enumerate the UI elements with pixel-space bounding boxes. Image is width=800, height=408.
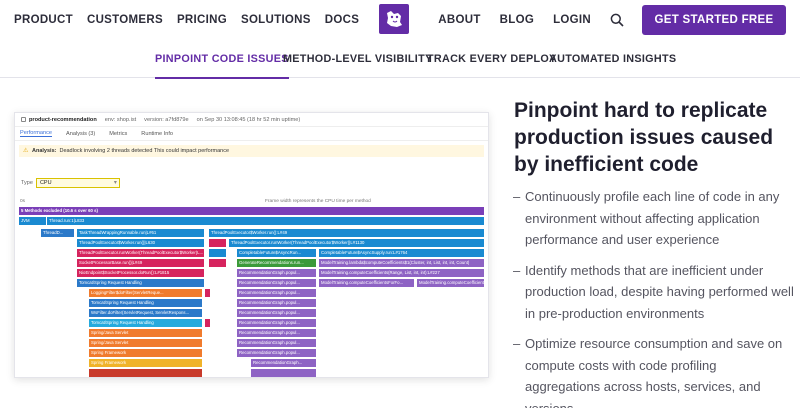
flame-frame[interactable]: ModelTraining.computeCoefficients(Range,…	[319, 269, 485, 277]
profile-tab-runtime-info[interactable]: Runtime Info	[141, 131, 173, 137]
tab-method-level-visibility[interactable]: METHOD-LEVEL VISIBILITY	[283, 40, 432, 78]
flame-frame[interactable]: JVM	[19, 217, 47, 225]
flame-frame[interactable]: Thread.run:1|L833	[47, 217, 485, 225]
tab-track-every-deploy[interactable]: TRACK EVERY DEPLOY	[427, 40, 557, 78]
nav-right: ABOUT BLOG LOGIN GET STARTED FREE	[438, 0, 800, 40]
type-select[interactable]: CPU	[35, 178, 120, 188]
version-label: version: a7fd879e	[144, 116, 189, 123]
flame-frame[interactable]: Spring/Java Servlet	[89, 329, 203, 337]
flame-frame[interactable]	[205, 289, 211, 297]
feature-bullets: Continuously profile each line of code i…	[513, 186, 795, 408]
profile-tabs: Performance Analysis (3) Metrics Runtime…	[15, 127, 488, 141]
flame-graph: 5 Methods excluded (10.6 s over 60 s) JV…	[19, 207, 485, 377]
nav-login[interactable]: LOGIN	[553, 14, 591, 26]
nav-blog[interactable]: BLOG	[500, 14, 534, 26]
nav-customers[interactable]: CUSTOMERS	[87, 14, 163, 26]
analysis-text: Deadlock involving 2 threads detected Th…	[59, 148, 230, 154]
feature-tabs: PINPOINT CODE ISSUES METHOD-LEVEL VISIBI…	[0, 40, 800, 79]
flame-frame[interactable]: RecommendationGraph.popul...	[237, 279, 317, 287]
flame-frame[interactable]: WsFilter.doFilter(ServletRequest, Servle…	[89, 309, 203, 317]
nav-solutions[interactable]: SOLUTIONS	[241, 14, 311, 26]
section-headline: Pinpoint hard to replicate production is…	[514, 99, 774, 176]
flame-frame[interactable]: RecommendationGraph.popul...	[237, 319, 317, 327]
flame-frame[interactable]	[89, 369, 203, 377]
flame-frame[interactable]	[209, 239, 227, 247]
flame-frame[interactable]: GenerateRecommendations.run...	[237, 259, 317, 267]
profile-tab-performance[interactable]: Performance	[20, 130, 53, 137]
flame-frame[interactable]: ThreadPoolExecutor.runWorker(ThreadPoolE…	[77, 249, 205, 257]
top-nav: PRODUCT CUSTOMERS PRICING SOLUTIONS DOCS…	[0, 0, 800, 40]
profiler-screenshot: product-recommendation env: shop.ist ver…	[14, 112, 489, 378]
flame-frame[interactable]: RecommendationGraph.popul...	[237, 339, 317, 347]
bullet-item: Optimize resource consumption and save o…	[513, 333, 795, 408]
flame-frame[interactable]: CompletableFuture$AsyncSupply.run:L#1764	[319, 249, 485, 257]
analysis-label: Analysis:	[32, 148, 57, 154]
nav-about[interactable]: ABOUT	[438, 14, 480, 26]
tab-pinpoint-code-issues[interactable]: PINPOINT CODE ISSUES	[155, 40, 289, 79]
get-started-button[interactable]: GET STARTED FREE	[642, 5, 786, 35]
flame-frame[interactable]	[209, 249, 227, 257]
profile-tab-metrics[interactable]: Metrics	[109, 131, 127, 137]
flame-frame[interactable]: Tomcat/Spring Request Handling	[89, 299, 203, 307]
flame-frame[interactable]	[251, 369, 317, 377]
flame-frame[interactable]: Tomcat/Spring Request Handling	[77, 279, 205, 287]
profile-tab-analysis[interactable]: Analysis (3)	[66, 131, 95, 137]
flame-frame[interactable]: RecommendationGraph.popul...	[237, 349, 317, 357]
flame-frame[interactable]	[205, 319, 211, 327]
flame-frame[interactable]	[209, 259, 227, 267]
time-label: on Sep 30 13:08:45 (18 hr 52 min uptime)	[196, 116, 301, 123]
nav-pricing[interactable]: PRICING	[177, 14, 227, 26]
frame-note: Frame width represents the CPU time per …	[265, 199, 371, 204]
service-label: product-recommendation	[29, 116, 97, 123]
env-label: env: shop.ist	[104, 116, 137, 123]
tab-automated-insights[interactable]: AUTOMATED INSIGHTS	[549, 40, 676, 78]
flame-frame[interactable]: Tomcat/Spring Request Handling	[89, 319, 203, 327]
nav-docs[interactable]: DOCS	[325, 14, 359, 26]
bullet-item: Continuously profile each line of code i…	[513, 186, 795, 251]
flame-frame[interactable]: SocketProcessorBase.run()|L#49	[77, 259, 205, 267]
flame-frame[interactable]: RecommendationGraph.popul...	[237, 269, 317, 277]
flame-frame[interactable]: ThreadPoolExecutor.runWorker(ThreadPoolE…	[229, 239, 485, 247]
flame-frame[interactable]: CompletableFuture$AsyncRun...	[237, 249, 317, 257]
flame-frame[interactable]: ThreadD...	[41, 229, 75, 237]
flame-frame[interactable]: RecommendationGraph...	[251, 359, 317, 367]
flame-frame[interactable]: Spring/Java Servlet	[89, 339, 203, 347]
nav-left: PRODUCT CUSTOMERS PRICING SOLUTIONS DOCS	[14, 0, 359, 40]
flame-frame[interactable]: RecommendationGraph.popul...	[237, 299, 317, 307]
analysis-banner: ⚠ Analysis: Deadlock involving 2 threads…	[19, 145, 484, 157]
service-name: product-recommendation	[21, 117, 97, 123]
zero-label: 0s	[20, 199, 26, 204]
flame-frame[interactable]: ModelTraining.lambda$computeCoefficients…	[319, 259, 485, 267]
flame-frame[interactable]: 5 Methods excluded (10.6 s over 60 s)	[19, 207, 485, 215]
service-icon	[21, 117, 26, 122]
warning-icon: ⚠	[23, 148, 29, 154]
flame-frame[interactable]: ThreadPoolExecutor$Worker.run():L#49	[209, 229, 485, 237]
flame-frame[interactable]: ModelTraining.computeCoefficientsForFo..…	[319, 279, 415, 287]
type-label: Type	[21, 180, 33, 186]
flame-frame[interactable]: TaskThreadWrappingRunnable.run|L#61	[77, 229, 205, 237]
flame-frame[interactable]: Spring Framework	[89, 349, 203, 357]
profile-header: product-recommendation env: shop.ist ver…	[15, 113, 488, 127]
flame-frame[interactable]: NioEndpoint$SocketProcessor.doRun():L#18…	[77, 269, 205, 277]
flame-frame[interactable]: ModelTraining.computeCoefficients	[417, 279, 485, 287]
flame-frame[interactable]: RecommendationGraph.popul...	[237, 329, 317, 337]
type-row: Type CPU	[21, 178, 120, 188]
search-icon[interactable]	[610, 13, 624, 27]
logo[interactable]	[379, 4, 409, 34]
flame-frame[interactable]: Spring Framework	[89, 359, 203, 367]
flame-frame[interactable]: RecommendationGraph.popul...	[237, 289, 317, 297]
nav-product[interactable]: PRODUCT	[14, 14, 73, 26]
flame-frame[interactable]: ThreadPoolExecutor$Worker.run()|L630	[77, 239, 205, 247]
dog-logo-icon	[387, 11, 402, 27]
flame-frame[interactable]: RecommendationGraph.popul...	[237, 309, 317, 317]
flame-frame[interactable]: LoggingFilter$doFilter(ServletReque...	[89, 289, 203, 297]
bullet-item: Identify methods that are inefficient un…	[513, 260, 795, 325]
